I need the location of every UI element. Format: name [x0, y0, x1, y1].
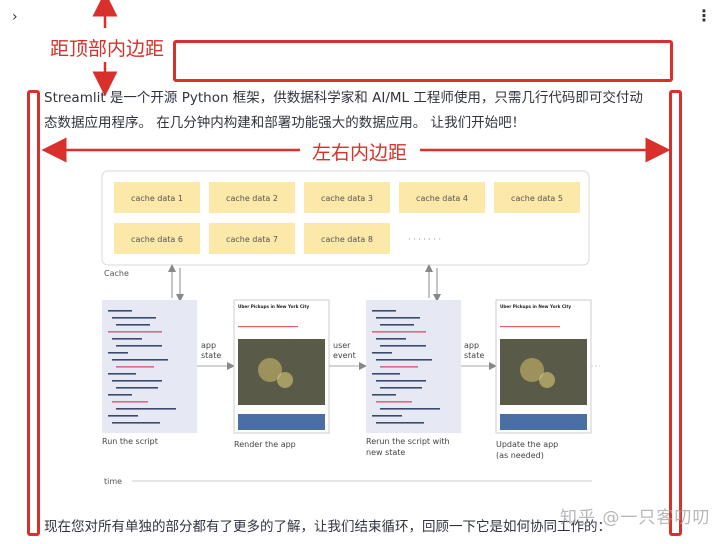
app-panel-2: Uber Pickups in New York City	[495, 299, 592, 434]
code-line	[116, 366, 154, 368]
code-line	[108, 373, 136, 375]
cache-item-label: cache data 2	[226, 194, 278, 203]
intro-line-1: Streamlit 是一个开源 Python 框架，供数据科学家和 AI/ML …	[44, 90, 643, 106]
code-line	[112, 338, 142, 340]
step-update-app-line1: Update the app	[496, 440, 558, 449]
cache-item-label: cache data 3	[321, 194, 373, 203]
code-line	[112, 401, 148, 403]
code-line	[380, 324, 414, 326]
cache-item: cache data 7	[209, 223, 295, 254]
cache-item: cache data 6	[114, 223, 200, 254]
code-line	[376, 380, 426, 382]
script-panel-1	[102, 300, 197, 433]
intro-line-2: 态数据应用程序。 在几分钟内构建和部署功能强大的数据应用。 让我们开始吧！	[44, 115, 526, 131]
cache-item-label: cache data 1	[131, 194, 183, 203]
code-line	[380, 366, 418, 368]
arrow-label-app-1: app	[201, 341, 216, 350]
watermark: 知乎 @一只客叨叨	[560, 508, 711, 528]
cache-item: cache data 3	[304, 182, 390, 213]
code-line	[380, 387, 422, 389]
intro-paragraph: Streamlit 是一个开源 Python 框架，供数据科学家和 AI/ML …	[44, 86, 670, 136]
step-run-script: Run the script	[102, 437, 158, 446]
code-line	[108, 394, 132, 396]
streamlit-architecture-diagram: cache data 1 cache data 2 cache data 3 cach…	[101, 170, 600, 486]
code-line	[372, 415, 402, 417]
code-line	[116, 387, 158, 389]
arrow-label-state-2: state	[464, 351, 484, 360]
code-line	[372, 373, 400, 375]
code-line	[376, 338, 406, 340]
step-rerun-script-line1: Rerun the script with	[366, 437, 450, 446]
cache-item: cache data 5	[494, 182, 580, 213]
code-line	[380, 345, 426, 347]
app-panel-title-2: Uber Pickups in New York City	[500, 304, 571, 309]
code-line	[116, 408, 176, 410]
code-line	[112, 317, 156, 319]
cache-item: cache data 1	[114, 182, 200, 213]
cache-item-label: cache data 7	[226, 235, 278, 244]
code-line	[372, 352, 392, 354]
cache-item: cache data 8	[304, 223, 390, 254]
code-line	[376, 422, 424, 424]
app-panel-1: Uber Pickups in New York City	[233, 299, 330, 434]
code-line	[108, 310, 132, 312]
cache-item: cache data 2	[209, 182, 295, 213]
code-line	[372, 331, 426, 333]
code-line	[372, 310, 396, 312]
step-render-app: Render the app	[234, 440, 296, 449]
app-panel-title-1: Uber Pickups in New York City	[238, 304, 309, 309]
code-line	[116, 345, 162, 347]
step-rerun-script-line2: new state	[366, 448, 405, 457]
arrow-label-event: event	[333, 351, 356, 360]
code-line	[108, 415, 138, 417]
code-line	[112, 422, 160, 424]
code-line	[376, 317, 420, 319]
code-line	[108, 331, 162, 333]
cache-item-label: cache data 8	[321, 235, 373, 244]
cache-label: Cache	[104, 269, 129, 278]
left-padding-box	[27, 90, 40, 536]
code-line	[376, 401, 412, 403]
cache-item-label: cache data 5	[511, 194, 563, 203]
code-line	[112, 380, 162, 382]
script-panel-2	[366, 300, 461, 433]
arrow-label-user: user	[333, 341, 351, 350]
code-line	[116, 324, 150, 326]
top-padding-annotation: 距顶部内边距	[50, 38, 165, 60]
cache-item: cache data 4	[399, 182, 485, 213]
cache-item-label: cache data 4	[416, 194, 468, 203]
code-line	[372, 394, 396, 396]
code-line	[108, 352, 128, 354]
right-padding-box	[669, 90, 682, 536]
top-padding-box	[173, 40, 673, 82]
code-line	[112, 359, 168, 361]
time-label: time	[104, 477, 122, 486]
code-line	[380, 408, 440, 410]
step-update-app-line2: (as needed)	[496, 451, 544, 460]
cache-item-label: cache data 6	[131, 235, 183, 244]
arrow-label-app-2: app	[464, 341, 479, 350]
code-line	[376, 359, 432, 361]
side-padding-annotation: 左右内边距	[312, 142, 408, 164]
arrow-label-state-1: state	[201, 351, 221, 360]
cache-ellipsis: · · · · · · ·	[408, 235, 441, 244]
